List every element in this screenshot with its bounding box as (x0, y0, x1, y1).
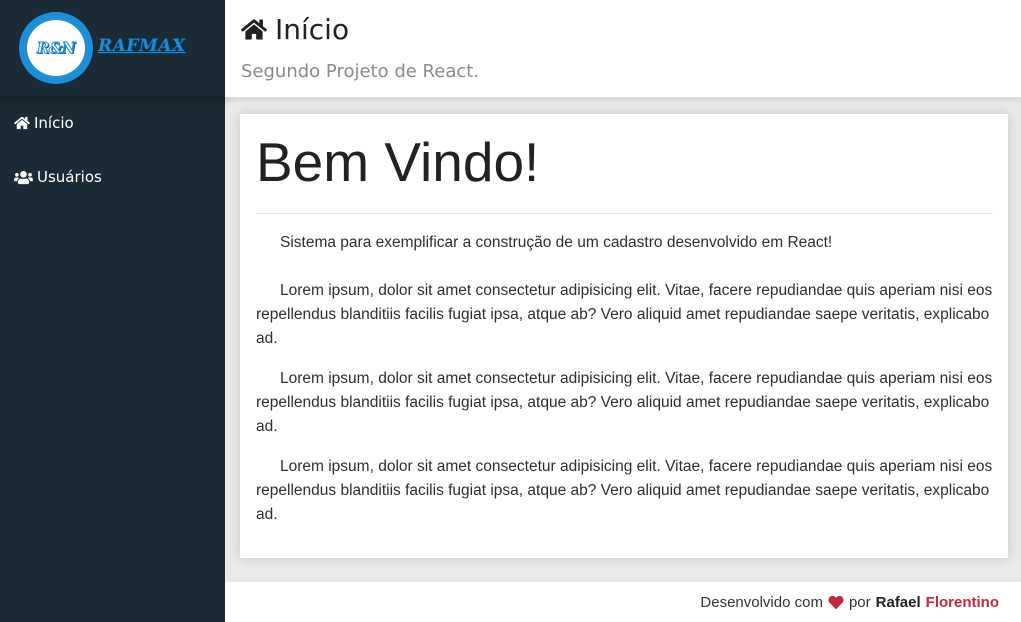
content-card: Bem Vindo! Sistema para exemplificar a c… (240, 114, 1008, 558)
sidebar-menu: Início Usuários (0, 96, 225, 204)
heart-icon (828, 595, 844, 609)
logo-badge: R&N (19, 12, 93, 84)
sidebar-item-label: Usuários (37, 168, 102, 186)
author-last-name: Florentino (925, 593, 999, 611)
content-body: Sistema para exemplificar a construção d… (256, 231, 993, 543)
page-title: Início (241, 13, 349, 46)
paragraph: Lorem ipsum, dolor sit amet consectetur … (256, 282, 993, 347)
divider (256, 213, 993, 214)
page-title-text: Início (275, 13, 350, 46)
sidebar-item-usuarios[interactable]: Usuários (0, 150, 225, 204)
sidebar: R&N RAFMAX Início Usuários (0, 0, 225, 622)
logo-wordmark: RAFMAX (98, 36, 186, 56)
paragraph: Lorem ipsum, dolor sit amet consectetur … (256, 458, 993, 523)
page-header: Início Segundo Projeto de React. (225, 0, 1021, 97)
logo-monogram: R&N (36, 39, 76, 58)
author-first-name: Rafael (875, 593, 921, 611)
logo[interactable]: R&N RAFMAX (0, 0, 225, 96)
home-icon (14, 116, 30, 130)
users-icon (14, 170, 33, 184)
sidebar-item-inicio[interactable]: Início (0, 96, 225, 150)
home-icon (241, 19, 267, 40)
page-footer: Desenvolvido com por Rafael Florentino (225, 582, 1021, 622)
footer-by: por (848, 593, 871, 611)
sidebar-item-label: Início (34, 114, 74, 132)
welcome-heading: Bem Vindo! (256, 131, 540, 193)
page-subtitle: Segundo Projeto de React. (241, 61, 480, 82)
intro-paragraph: Sistema para exemplificar a construção d… (280, 234, 833, 251)
footer-prefix: Desenvolvido com (700, 593, 823, 611)
paragraph: Lorem ipsum, dolor sit amet consectetur … (256, 370, 993, 435)
